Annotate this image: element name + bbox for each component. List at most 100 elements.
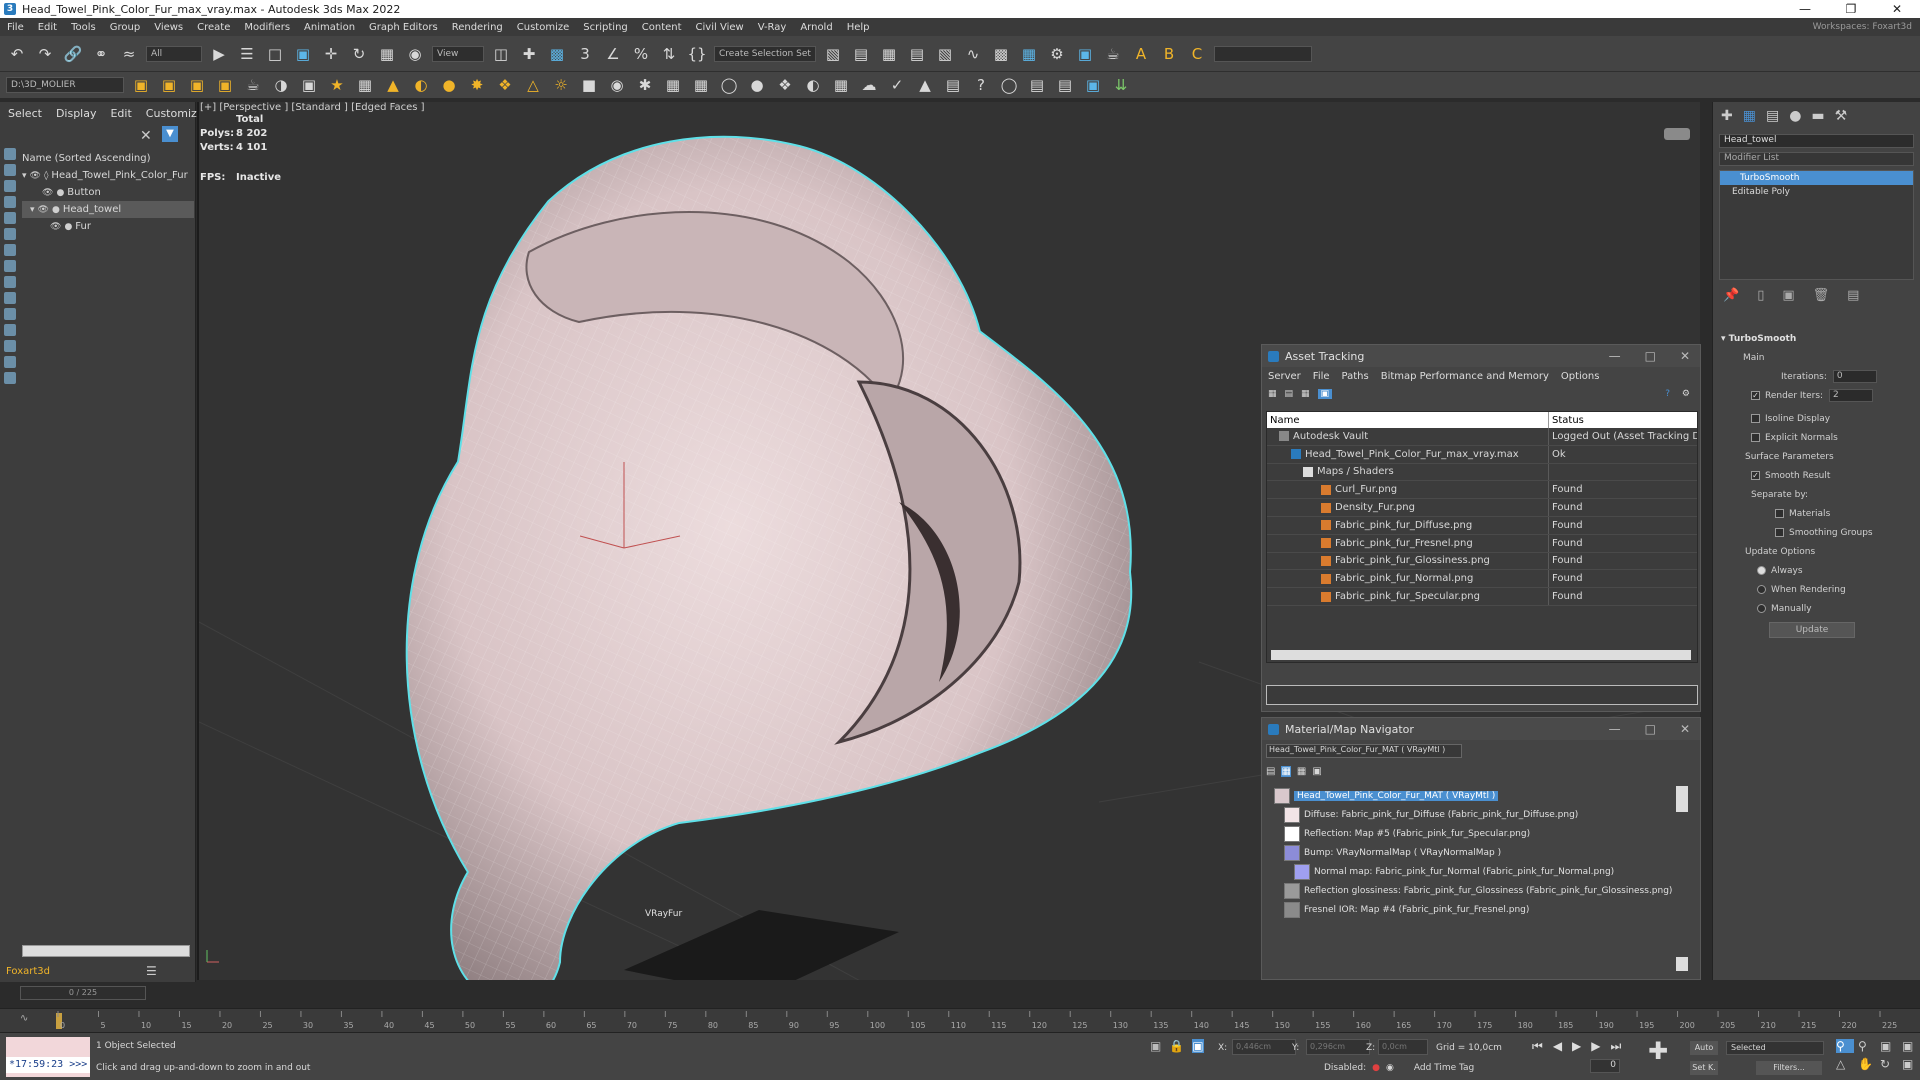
auto-key-button[interactable]: Auto <box>1690 1041 1718 1055</box>
vray-fur-icon[interactable]: ✱ <box>634 74 656 96</box>
current-material-field[interactable]: Head_Towel_Pink_Color_Fur_MAT ( VRayMtl … <box>1266 744 1462 758</box>
lister-icon[interactable]: ◐ <box>802 74 824 96</box>
menu-scripting[interactable]: Scripting <box>576 22 634 33</box>
always-radio[interactable] <box>1757 566 1766 575</box>
explicit-normals-checkbox[interactable] <box>1751 433 1760 442</box>
render-iters-spinner[interactable]: 2 <box>1829 389 1874 402</box>
vray-vfb-icon[interactable]: ▣ <box>298 74 320 96</box>
tree-item-group[interactable]: ▾ 👁 ◊ Head_Towel_Pink_Color_Fur <box>22 167 194 184</box>
vray-sun-icon[interactable]: ● <box>438 74 460 96</box>
render-production-icon[interactable]: ☕ <box>1102 43 1124 65</box>
vray-teapot-icon[interactable]: ☕ <box>242 74 264 96</box>
workspaces[interactable]: Workspaces: Foxart3d <box>1813 22 1920 32</box>
save-project-icon[interactable]: ▣ <box>214 74 236 96</box>
close-icon[interactable]: ✕ <box>1680 722 1690 736</box>
vray-plane-icon[interactable]: ■ <box>578 74 600 96</box>
display-helpers-icon[interactable] <box>4 228 16 240</box>
expand-icon[interactable]: ▾ <box>30 205 35 215</box>
keyboard-shortcut-override-icon[interactable]: ▩ <box>546 43 568 65</box>
vray-volume-icon[interactable]: ◯ <box>718 74 740 96</box>
table-row[interactable]: Fabric_pink_fur_Normal.png Found <box>1267 570 1697 589</box>
scene-converter-icon[interactable]: ▲ <box>914 74 936 96</box>
menu-file[interactable]: File <box>1313 371 1330 382</box>
tree-item-head-towel[interactable]: ▾ 👁 ● Head_towel <box>22 201 194 218</box>
manually-radio[interactable] <box>1757 604 1766 613</box>
expand-icon[interactable]: ⇊ <box>1110 74 1132 96</box>
display-bones-icon[interactable] <box>4 292 16 304</box>
map-item[interactable]: Reflection: Map #5 (Fabric_pink_fur_Spec… <box>1266 824 1690 843</box>
display-none-icon[interactable] <box>4 148 16 160</box>
key-filters-button[interactable]: Filters... <box>1756 1061 1822 1075</box>
configure-modifier-sets-icon[interactable]: ▤ <box>1847 288 1859 303</box>
vray-frame-buffer-icon[interactable]: C <box>1186 43 1208 65</box>
viewport-label[interactable]: [+] [Perspective ] [Standard ] [Edged Fa… <box>200 102 425 113</box>
table-row[interactable]: Autodesk Vault Logged Out (Asset Tracking… <box>1267 428 1697 446</box>
selection-filter-dropdown[interactable]: All <box>146 45 202 62</box>
make-unique-icon[interactable]: ▣ <box>1782 288 1794 303</box>
set-key-button[interactable]: Set K. <box>1690 1061 1718 1075</box>
toggle-ribbon-icon[interactable]: ▧ <box>934 43 956 65</box>
table-row[interactable]: Fabric_pink_fur_Glossiness.png Found <box>1267 552 1697 571</box>
menu-options[interactable]: Options <box>1561 371 1600 382</box>
isolate-icon[interactable]: ▣ <box>1150 1039 1161 1053</box>
column-name[interactable]: Name <box>1267 412 1549 428</box>
material-grid-icon[interactable]: ❖ <box>774 74 796 96</box>
view-small-icons-icon[interactable]: ▦ <box>1297 766 1306 777</box>
view-list-icon[interactable]: ▤ <box>1266 766 1275 777</box>
timeline[interactable]: 0 5 10 15 20 25 30 35 40 45 50 55 60 65 70 75 80 85 90 95 10… <box>0 1008 1920 1032</box>
column-status[interactable]: Status <box>1549 415 1697 426</box>
filter-icon[interactable]: ▼ <box>162 126 178 142</box>
vray-decal-icon[interactable]: ▦ <box>690 74 712 96</box>
angle-snap-icon[interactable]: ∠ <box>602 43 624 65</box>
vray-ies-icon[interactable]: ✸ <box>466 74 488 96</box>
show-end-result-icon[interactable]: ▯ <box>1757 288 1764 303</box>
menu-rendering[interactable]: Rendering <box>445 22 510 33</box>
tree-view-icon[interactable]: ▦ <box>1268 389 1277 399</box>
menu-graph-editors[interactable]: Graph Editors <box>362 22 445 33</box>
menu-bitmap-performance[interactable]: Bitmap Performance and Memory <box>1381 371 1549 382</box>
zoom-icon[interactable]: ⚲ <box>1836 1039 1854 1053</box>
menu-modifiers[interactable]: Modifiers <box>237 22 297 33</box>
undo-icon[interactable]: ↶ <box>6 43 28 65</box>
render-setup-icon[interactable]: ⚙ <box>1046 43 1068 65</box>
time-config-icon[interactable]: ◉ <box>1386 1063 1394 1073</box>
maximize-icon[interactable]: □ <box>1645 349 1656 363</box>
scene-explorer-toggle-icon[interactable]: ▦ <box>878 43 900 65</box>
maximize-icon[interactable]: □ <box>1645 722 1656 736</box>
unlink-icon[interactable]: ⚭ <box>90 43 112 65</box>
named-selection-dropdown[interactable]: Create Selection Set <box>714 45 816 62</box>
file-icon[interactable]: ▤ <box>1026 74 1048 96</box>
display-lights-icon[interactable] <box>4 196 16 208</box>
path-field[interactable] <box>1266 685 1698 705</box>
display-cameras-icon[interactable] <box>4 212 16 224</box>
display-particles-icon[interactable] <box>4 308 16 320</box>
eye-icon[interactable]: 👁 <box>30 171 41 181</box>
eye-icon[interactable]: 👁 <box>50 222 61 232</box>
horizontal-scrollbar[interactable] <box>22 945 190 957</box>
tree-item-button[interactable]: 👁 ● Button <box>22 184 194 201</box>
vantage-icon[interactable]: ✓ <box>886 74 908 96</box>
map-item[interactable]: Diffuse: Fabric_pink_fur_Diffuse (Fabric… <box>1266 805 1690 824</box>
table-row[interactable]: Maps / Shaders <box>1267 463 1697 482</box>
pivot-icon[interactable]: ◫ <box>490 43 512 65</box>
percent-snap-icon[interactable]: % <box>630 43 652 65</box>
eye-icon[interactable]: 👁 <box>42 188 53 198</box>
layers-icon[interactable]: ☰ <box>146 964 157 978</box>
z-coord-field[interactable]: 0,0cm <box>1378 1039 1428 1055</box>
iterations-spinner[interactable]: 0 <box>1832 370 1877 383</box>
pan-icon[interactable]: ✋ <box>1858 1057 1876 1071</box>
curve-editor-toggle-icon[interactable]: ∿ <box>20 1013 28 1024</box>
vray-mesh-clipper-icon[interactable]: ▦ <box>662 74 684 96</box>
zoom-extents-icon[interactable]: ▣ <box>1880 1039 1898 1053</box>
minimize-icon[interactable]: — <box>1609 722 1621 736</box>
map-item[interactable]: Bump: VRayNormalMap ( VRayNormalMap ) <box>1266 843 1690 862</box>
object-properties-icon[interactable]: ▦ <box>830 74 852 96</box>
table-row[interactable]: Curl_Fur.png Found <box>1267 481 1697 500</box>
menu-help[interactable]: Help <box>840 22 877 33</box>
orbit-icon[interactable]: ↻ <box>1880 1057 1898 1071</box>
create-tab-icon[interactable]: ✚ <box>1721 108 1733 124</box>
go-to-end-icon[interactable]: ⏭ <box>1611 1039 1622 1054</box>
close-icon[interactable]: ✕ <box>1680 349 1690 363</box>
remove-modifier-icon[interactable]: 🗑 <box>1813 288 1830 303</box>
table-row[interactable]: Fabric_pink_fur_Diffuse.png Found <box>1267 516 1697 535</box>
